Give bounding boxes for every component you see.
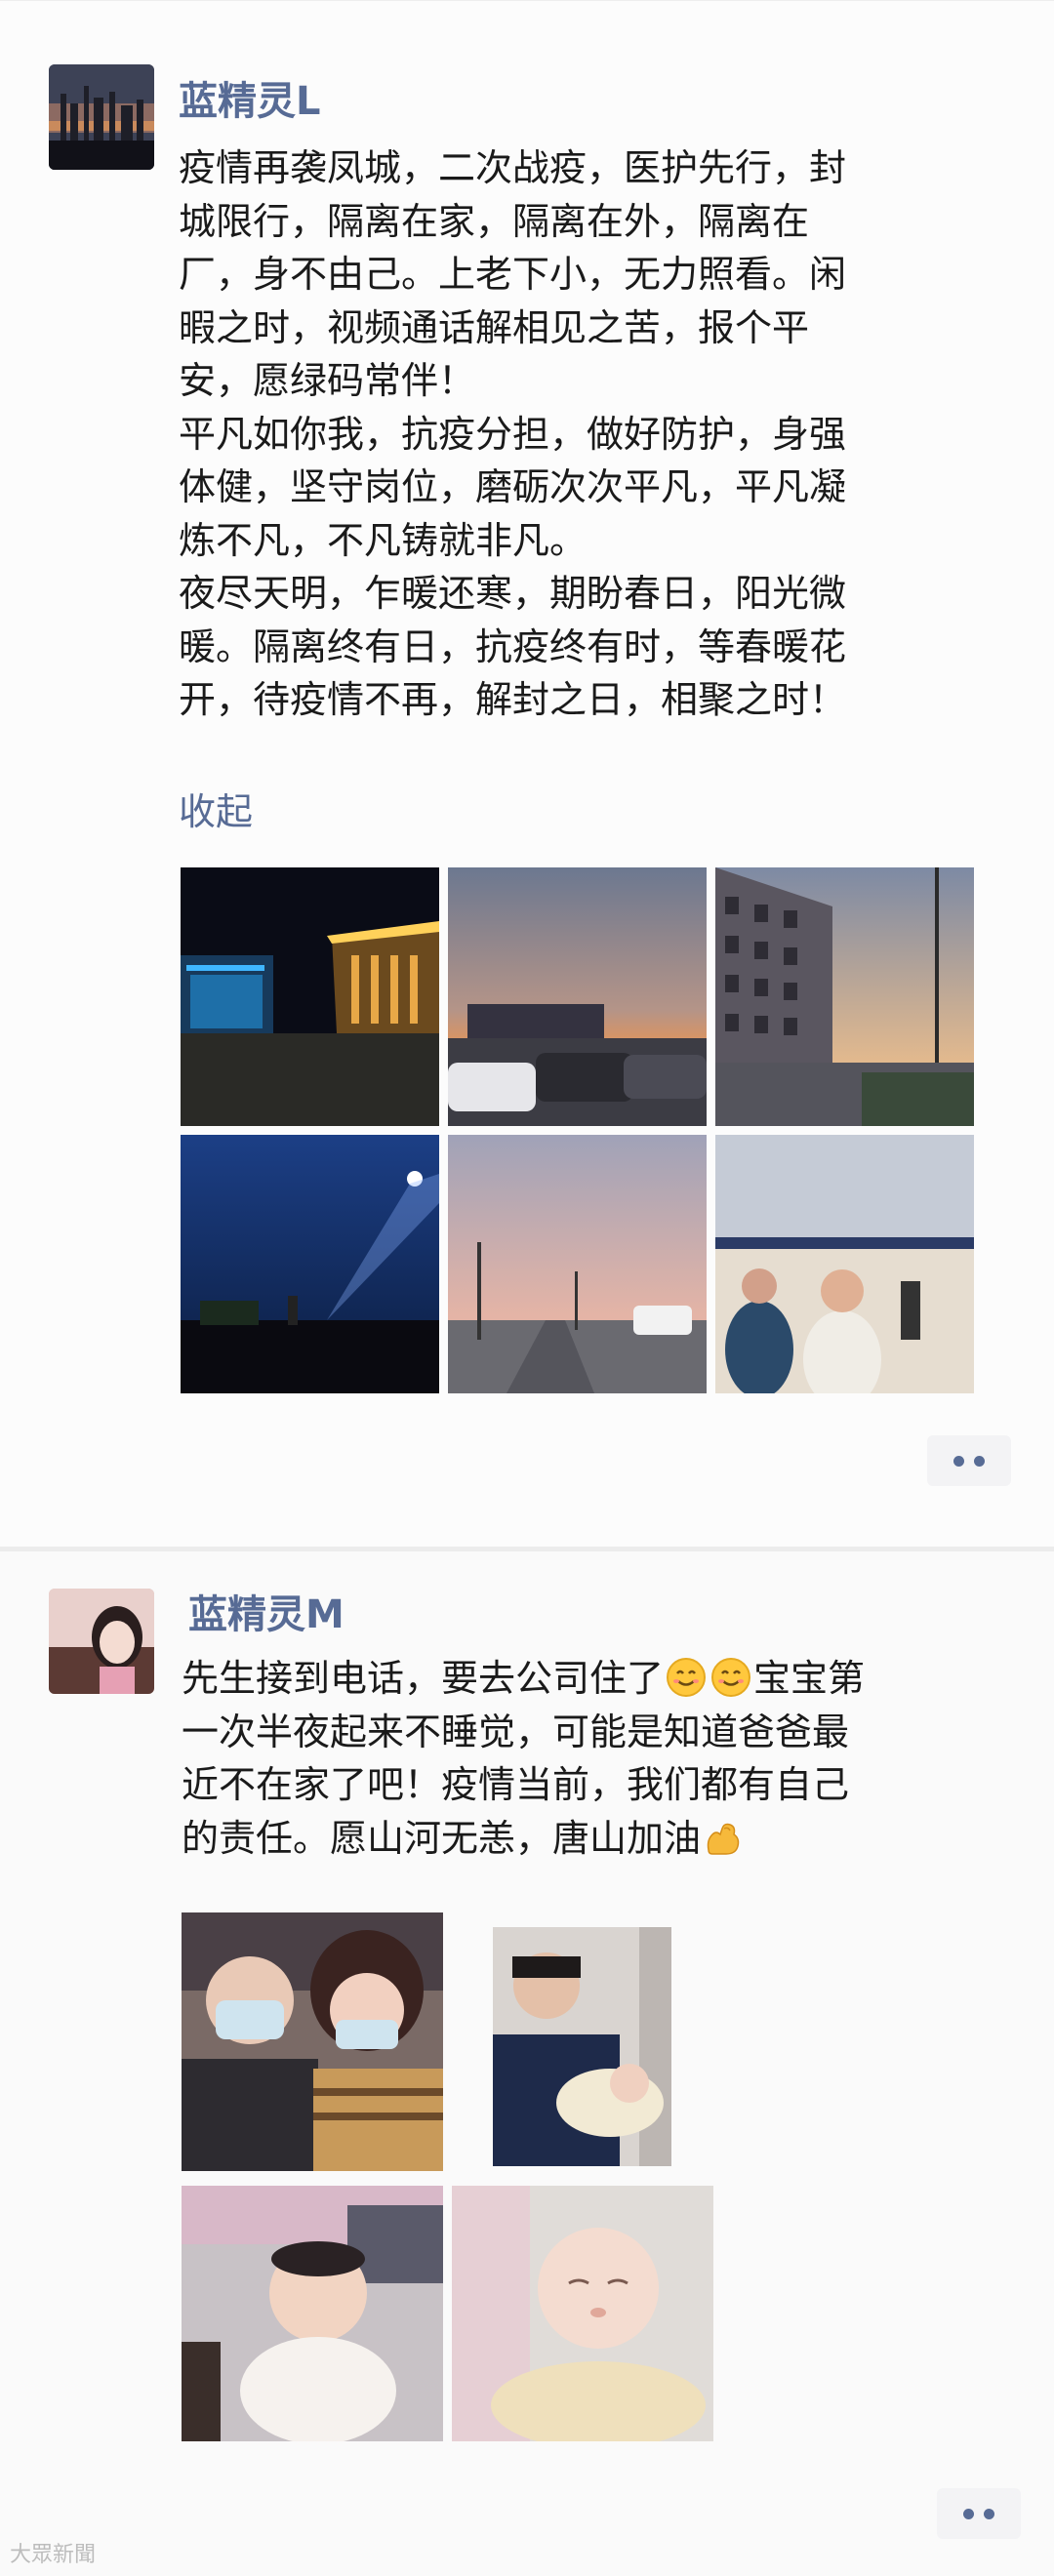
post-text-line: 暖。隔离终有日，抗疫终有时，等春暖花: [179, 624, 847, 668]
username[interactable]: 蓝精灵M: [188, 1583, 345, 1639]
post-text-line: 暇之时，视频通话解相见之苦，报个平: [179, 305, 810, 349]
smile-emoji-icon: [711, 1658, 751, 1697]
post-text-line: 安，愿绿码常伴！: [179, 359, 476, 402]
dot-icon: [974, 1455, 985, 1467]
watermark-text: 大眾新聞: [10, 2543, 97, 2567]
post-text-line: 的责任。愿山河无恙，唐山加油: [182, 1812, 1011, 1866]
more-options-button[interactable]: [937, 2488, 1021, 2539]
avatar[interactable]: [49, 1589, 154, 1694]
post-text-line: 体健，坚守岗位，磨砺次次平凡，平凡凝: [179, 465, 847, 508]
apartment-street-photo[interactable]: [715, 867, 974, 1126]
post-text-line: 厂，身不由己。上老下小，无力照看。闲: [179, 253, 847, 296]
post-text-segment: 宝宝第: [753, 1657, 866, 1700]
baby-awake-photo[interactable]: [182, 2186, 443, 2441]
post-text-line: 先生接到电话，要去公司住了 宝宝第: [182, 1652, 1011, 1706]
dot-icon: [963, 2508, 974, 2519]
night-sky-searchlight-photo[interactable]: [181, 1135, 439, 1393]
couple-selfie-photo[interactable]: [182, 1912, 443, 2171]
post-text-line: 夜尽天明，乍暖还寒，期盼春日，阳光微: [179, 572, 847, 615]
woman-selfie-avatar-image: [49, 1589, 154, 1694]
sunset-parking-lot-photo[interactable]: [448, 867, 707, 1126]
collapse-link[interactable]: 收起: [179, 782, 253, 835]
flexed-biceps-emoji-icon: [707, 1823, 740, 1855]
avatar[interactable]: [49, 64, 154, 170]
post-text-line: 炼不凡，不凡铸就非凡。: [179, 518, 588, 562]
dot-icon: [984, 2508, 994, 2519]
smile-emoji-icon: [667, 1658, 707, 1697]
dot-icon: [953, 1455, 964, 1467]
more-options-button[interactable]: [927, 1435, 1011, 1486]
post-text-line: 疫情再袭凤城，二次战疫，医护先行，封: [179, 146, 847, 189]
night-building-photo[interactable]: [181, 867, 439, 1126]
post-text-line: 开，待疫情不再，解封之日，相聚之时！: [179, 678, 847, 721]
moment-post-1: 蓝精灵L 疫情再袭凤城，二次战疫，医护先行，封 城限行，隔离在家，隔离在外，隔离…: [0, 0, 1054, 1548]
username[interactable]: 蓝精灵L: [179, 69, 321, 126]
post-text: 先生接到电话，要去公司住了 宝宝第 一次半夜起来不睡觉，可能是知道爸爸最 近不在…: [182, 1652, 1011, 1865]
father-baby-photo[interactable]: [493, 1927, 671, 2166]
baby-sleeping-photo[interactable]: [452, 2186, 713, 2441]
city-skyline-avatar-image: [49, 64, 154, 170]
dawn-road-photo[interactable]: [448, 1135, 707, 1393]
post-text-line: 城限行，隔离在家，隔离在外，隔离在: [179, 199, 810, 243]
post-text-line: 一次半夜起来不睡觉，可能是知道爸爸最: [182, 1710, 850, 1753]
post-text-segment: 先生接到电话，要去公司住了: [182, 1657, 665, 1700]
post-text-line: 平凡如你我，抗疫分担，做好防护，身强: [179, 412, 847, 456]
post-text-segment: 的责任。愿山河无恙，唐山加油: [182, 1816, 702, 1860]
post-text: 疫情再袭凤城，二次战疫，医护先行，封 城限行，隔离在家，隔离在外，隔离在 厂，身…: [179, 141, 1008, 727]
queue-beach-photo[interactable]: [715, 1135, 974, 1393]
post-text-line: 近不在家了吧！疫情当前，我们都有自己: [182, 1763, 850, 1806]
